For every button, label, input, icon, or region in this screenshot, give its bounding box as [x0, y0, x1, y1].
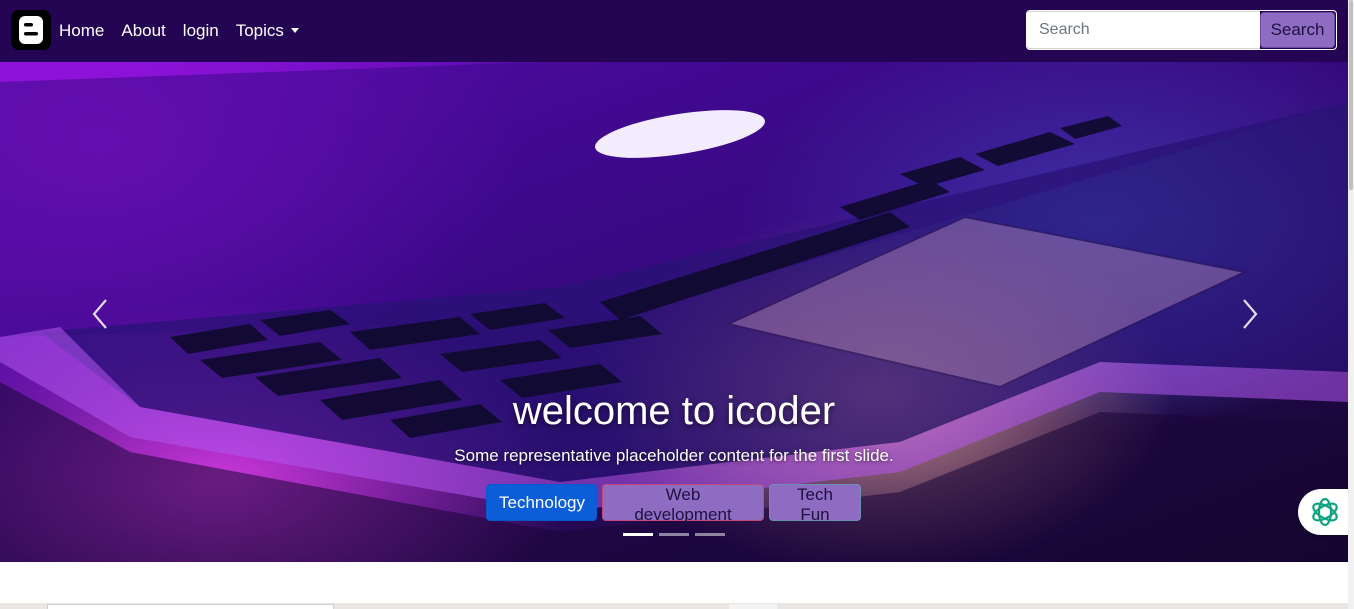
- carousel-caption-title: welcome to icoder: [512, 389, 836, 433]
- nav-links: Home About login Topics: [59, 0, 316, 62]
- carousel-indicator-1[interactable]: [623, 533, 653, 536]
- carousel-indicator-3[interactable]: [695, 533, 725, 536]
- content-card: [47, 604, 334, 609]
- search-input[interactable]: [1026, 11, 1259, 49]
- tech-fun-button[interactable]: Tech Fun: [769, 484, 861, 524]
- carousel-indicator-2[interactable]: [659, 533, 689, 536]
- navbar: Home About login Topics Search: [0, 0, 1348, 62]
- search-input-extension: [1234, 11, 1260, 49]
- content-card-secondary: [729, 604, 777, 609]
- hero-carousel: welcome to icoder Some representative pl…: [0, 62, 1348, 562]
- blogger-logo-icon[interactable]: [11, 10, 51, 50]
- topic-buttons: Technology Web development Tech Fun: [486, 484, 866, 524]
- technology-button[interactable]: Technology: [486, 484, 597, 521]
- nav-link-login[interactable]: login: [183, 21, 219, 41]
- assistant-widget[interactable]: [1298, 489, 1354, 535]
- chevron-right-icon[interactable]: [1233, 294, 1263, 334]
- nav-dropdown-topics-label: Topics: [235, 21, 284, 40]
- nav-link-home[interactable]: Home: [59, 21, 104, 41]
- chatgpt-logo-icon: [1312, 497, 1338, 527]
- carousel-indicators: [623, 533, 731, 536]
- carousel-caption-text: Some representative placeholder content …: [454, 446, 894, 465]
- chevron-left-icon[interactable]: [87, 294, 117, 334]
- web-development-button[interactable]: Web development: [602, 484, 764, 524]
- nav-link-about[interactable]: About: [121, 21, 165, 41]
- page-scrollbar-thumb[interactable]: [1349, 0, 1353, 190]
- search-button[interactable]: Search: [1260, 12, 1335, 48]
- nav-dropdown-topics[interactable]: Topics: [236, 21, 299, 41]
- caret-down-icon: [290, 28, 299, 33]
